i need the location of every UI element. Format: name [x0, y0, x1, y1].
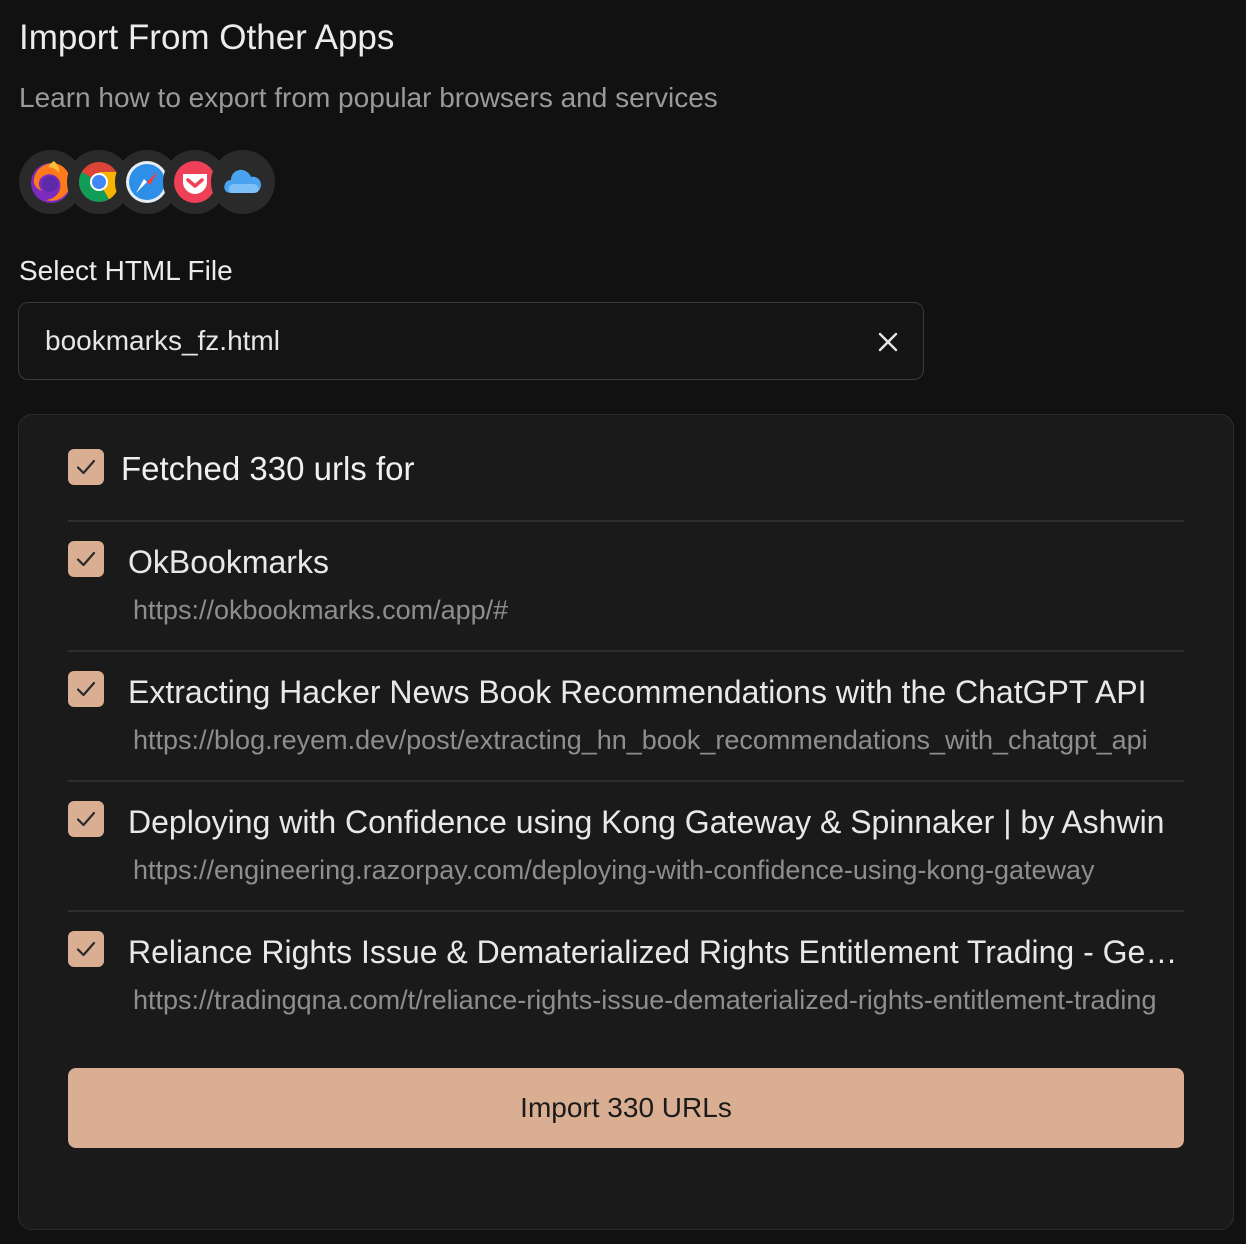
icloud-icon[interactable] [211, 150, 275, 214]
bookmark-title: Reliance Rights Issue & Dematerialized R… [128, 934, 1184, 970]
divider [68, 520, 1184, 522]
selected-file-name: bookmarks_fz.html [45, 325, 280, 356]
checkmark-icon [76, 811, 96, 827]
close-icon [878, 332, 898, 352]
bookmark-url: https://blog.reyem.dev/post/extracting_h… [133, 725, 1148, 755]
checkmark-icon [76, 551, 96, 567]
bookmark-title: OkBookmarks [128, 544, 329, 580]
bookmark-title: Extracting Hacker News Book Recommendati… [128, 674, 1147, 710]
file-input[interactable]: bookmarks_fz.html [18, 302, 924, 380]
page-title: Import From Other Apps [19, 18, 395, 57]
item-checkbox[interactable] [68, 671, 104, 707]
export-help-link[interactable]: Learn how to export from popular browser… [19, 78, 718, 118]
item-checkbox[interactable] [68, 541, 104, 577]
bookmark-url: https://engineering.razorpay.com/deployi… [133, 855, 1095, 885]
app-icons-row [19, 150, 279, 214]
divider [68, 650, 1184, 652]
import-page: Import From Other Apps Learn how to expo… [0, 0, 1246, 1244]
bookmark-url: https://tradingqna.com/t/reliance-rights… [133, 985, 1157, 1015]
select-file-label: Select HTML File [19, 255, 233, 286]
checkmark-icon [76, 459, 96, 475]
bookmark-title: Deploying with Confidence using Kong Gat… [128, 804, 1165, 840]
select-all-checkbox[interactable] [68, 449, 104, 485]
item-checkbox[interactable] [68, 801, 104, 837]
import-urls-button[interactable]: Import 330 URLs [68, 1068, 1184, 1148]
checkmark-icon [76, 941, 96, 957]
clear-file-button[interactable] [873, 327, 903, 357]
item-checkbox[interactable] [68, 931, 104, 967]
divider [68, 780, 1184, 782]
checkmark-icon [76, 681, 96, 697]
bookmark-url: https://okbookmarks.com/app/# [133, 595, 509, 625]
fetched-count-heading: Fetched 330 urls for [121, 450, 415, 487]
divider [68, 910, 1184, 912]
fetched-urls-panel: Fetched 330 urls for OkBookmarks https:/… [18, 414, 1234, 1230]
